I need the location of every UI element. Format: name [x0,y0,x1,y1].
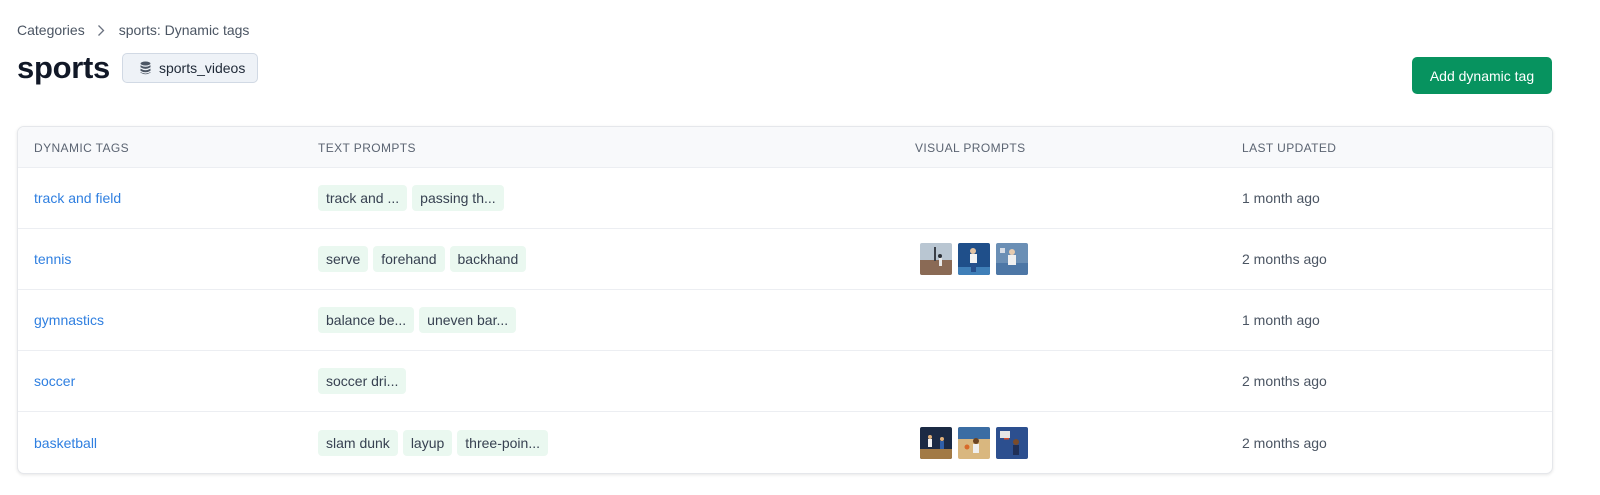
table-row[interactable]: basketball slam dunk layup three-poin...… [18,412,1552,473]
page-title: sports [17,50,110,85]
text-prompt-chip[interactable]: three-poin... [457,429,548,456]
dataset-badge[interactable]: sports_videos [121,53,259,83]
table-row[interactable]: soccer soccer dri... 2 months ago [18,351,1552,412]
text-prompt-chip[interactable]: slam dunk [318,429,398,456]
table-row[interactable]: tennis serve forehand backhand 2 months … [18,229,1552,290]
breadcrumb-categories-link[interactable]: Categories [17,22,85,38]
dynamic-tag-link[interactable]: soccer [34,373,75,389]
table-row[interactable]: gymnastics balance be... uneven bar... 1… [18,290,1552,351]
chevron-right-icon [97,24,105,37]
tennis-image-3[interactable] [996,243,1028,275]
column-header-dynamic-tags: DYNAMIC TAGS [34,141,130,155]
basketball-image-1[interactable] [920,426,952,459]
basketball-image-3[interactable] [996,426,1028,459]
visual-prompts-cell [920,412,1034,473]
text-prompt-chip[interactable]: soccer dri... [318,368,407,394]
visual-prompts-cell [920,229,1034,289]
dynamic-tag-link[interactable]: tennis [34,251,71,267]
dynamic-tag-link[interactable]: basketball [34,435,97,451]
text-prompt-chip[interactable]: backhand [449,246,527,272]
title-row: sports sports_videos [17,50,259,86]
dynamic-tag-link[interactable]: track and field [34,190,121,206]
breadcrumb-current: sports: Dynamic tags [118,22,250,38]
last-updated: 2 months ago [1242,434,1327,451]
last-updated: 2 months ago [1242,251,1327,267]
text-prompt-chip[interactable]: forehand [373,246,445,272]
last-updated: 2 months ago [1242,373,1327,389]
table-row[interactable]: track and field track and ... passing th… [18,168,1552,229]
dataset-name: sports_videos [158,60,246,76]
database-icon [140,61,151,75]
last-updated: 1 month ago [1242,312,1320,328]
dynamic-tags-table: DYNAMIC TAGS TEXT PROMPTS VISUAL PROMPTS… [17,126,1553,474]
table-header: DYNAMIC TAGS TEXT PROMPTS VISUAL PROMPTS… [18,127,1552,168]
column-header-visual-prompts: VISUAL PROMPTS [915,141,1026,155]
text-prompt-chip[interactable]: passing th... [412,185,504,211]
text-prompt-chip[interactable]: balance be... [318,307,415,333]
column-header-last-updated: LAST UPDATED [1242,141,1337,155]
basketball-image-2[interactable] [958,426,990,459]
breadcrumb: Categories sports: Dynamic tags [17,22,249,38]
add-dynamic-tag-button[interactable]: Add dynamic tag [1412,57,1552,94]
dynamic-tag-link[interactable]: gymnastics [34,312,104,328]
text-prompt-chip[interactable]: layup [402,429,453,456]
text-prompt-chip[interactable]: serve [318,246,369,272]
text-prompt-chip[interactable]: track and ... [318,185,408,211]
text-prompt-chip[interactable]: uneven bar... [419,307,517,333]
column-header-text-prompts: TEXT PROMPTS [318,141,416,155]
tennis-image-1[interactable] [920,243,952,275]
last-updated: 1 month ago [1242,190,1320,206]
tennis-image-2[interactable] [958,243,990,275]
